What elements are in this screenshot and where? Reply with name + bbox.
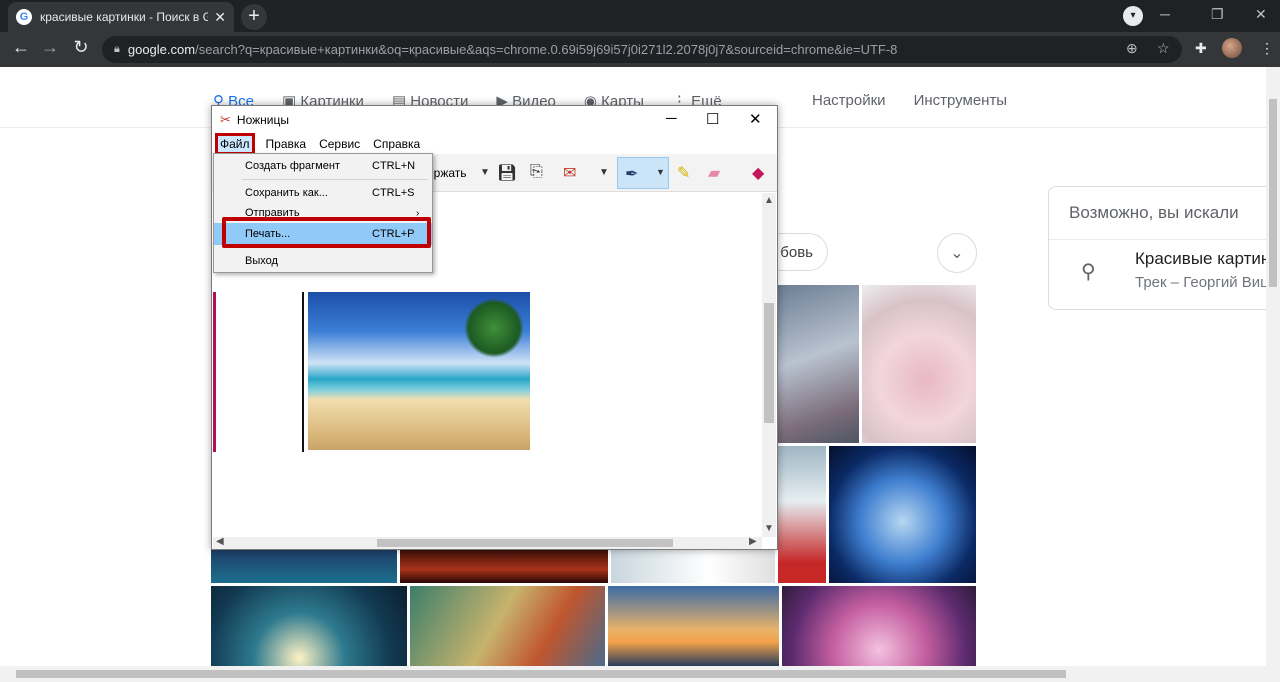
menu-item-new-snip[interactable]: Создать фрагмент CTRL+N (214, 155, 432, 177)
card-divider (1049, 239, 1280, 240)
image-thumbnail-heart[interactable] (778, 446, 826, 583)
eraser-icon[interactable]: ▰ (708, 163, 720, 183)
browser-toolbar: ← → ↻ 🔒︎ google.com /search?q=красивые+к… (0, 32, 1280, 67)
google-favicon-icon: G (16, 9, 32, 25)
menu-item-save-as[interactable]: Сохранить как... CTRL+S (214, 182, 432, 204)
scroll-down-icon[interactable]: ▼ (764, 523, 774, 534)
paint3d-icon[interactable]: ◆ (752, 163, 764, 183)
minimize-window-icon[interactable]: ─ (1160, 6, 1170, 22)
menu-separator (242, 179, 428, 180)
image-thumbnail-water[interactable] (211, 549, 397, 583)
bookmark-star-icon[interactable]: ☆ (1157, 40, 1170, 57)
copy-icon[interactable]: ⎘ (530, 163, 543, 181)
chevron-down-icon[interactable]: ▼ (599, 167, 609, 178)
address-bar[interactable]: 🔒︎ google.com /search?q=красивые+картинк… (102, 36, 1182, 63)
profile-avatar[interactable] (1222, 38, 1242, 58)
menu-edit[interactable]: Правка (266, 137, 307, 151)
snip-close-icon[interactable]: ✕ (749, 110, 762, 128)
page-vertical-scrollbar[interactable] (1266, 67, 1280, 666)
scroll-thumb[interactable] (377, 539, 673, 547)
image-thumbnail-pink-trees[interactable] (782, 586, 976, 666)
menu-help[interactable]: Справка (373, 137, 420, 151)
snip-titlebar: ✂ Ножницы (212, 106, 777, 134)
menu-item-exit[interactable]: Выход (214, 250, 432, 272)
captured-image (302, 292, 531, 452)
reload-icon[interactable]: ↻ (69, 37, 93, 58)
pen-icon: ✒ (625, 166, 639, 183)
menu-file[interactable]: Файл (215, 133, 255, 155)
scroll-up-icon[interactable]: ▲ (764, 195, 774, 206)
tab-title: красивые картинки - Поиск в Google (40, 10, 209, 24)
tab-close-icon[interactable]: ✕ (214, 9, 226, 26)
image-thumbnail-flowers-vase[interactable] (774, 285, 859, 443)
forward-arrow-icon[interactable]: → (38, 37, 62, 58)
image-thumbnail-white[interactable] (611, 549, 775, 583)
zoom-icon[interactable]: ⊕ (1126, 40, 1138, 57)
snip-horizontal-scrollbar[interactable]: ◀ ▶ (213, 536, 762, 549)
card-heading: Возможно, вы искали (1069, 203, 1239, 222)
palm-tree (464, 298, 524, 358)
scroll-thumb[interactable] (16, 670, 1066, 678)
snip-minimize-icon[interactable]: ─ (666, 110, 677, 127)
back-arrow-icon[interactable]: ← (9, 37, 33, 58)
restore-window-icon[interactable]: ❐ (1211, 6, 1224, 23)
file-dropdown-menu: Создать фрагмент CTRL+N Сохранить как...… (213, 153, 433, 273)
scissors-icon: ✂ (220, 112, 231, 127)
card-suggestion-title[interactable]: Красивые картинки (1135, 249, 1280, 269)
scroll-thumb[interactable] (1269, 99, 1277, 287)
highlighter-icon[interactable]: ✎ (677, 163, 690, 183)
search-icon: ⚲ (1081, 261, 1096, 283)
page-horizontal-scrollbar[interactable] (0, 666, 1280, 682)
did-you-mean-card: Возможно, вы искали ⚲ Красивые картинки … (1048, 186, 1280, 310)
chevron-down-icon[interactable]: ⌄ (937, 233, 977, 273)
menu-tools[interactable]: Сервис (319, 137, 360, 151)
extensions-puzzle-icon[interactable]: ✚ (1195, 40, 1207, 57)
nav-settings[interactable]: Настройки (812, 92, 886, 109)
image-thumbnail-butterfly[interactable] (410, 586, 605, 666)
nav-tools[interactable]: Инструменты (914, 92, 1008, 109)
close-window-icon[interactable]: ✕ (1255, 6, 1267, 23)
tab-strip: G красивые картинки - Поиск в Google ✕ +… (0, 0, 1280, 32)
new-tab-button[interactable]: + (241, 4, 267, 30)
print-highlight-box (222, 217, 431, 248)
lock-icon: 🔒︎ (114, 43, 120, 55)
snip-maximize-icon[interactable]: ☐ (706, 110, 719, 128)
scroll-thumb[interactable] (764, 303, 774, 423)
send-email-icon[interactable]: ✉ (563, 163, 576, 183)
pen-tool-button[interactable]: ✒ ▼ (617, 157, 669, 189)
scroll-right-icon[interactable]: ▶ (749, 536, 757, 547)
url-host: google.com (127, 42, 196, 57)
image-thumbnail-roses[interactable] (862, 285, 976, 443)
beach-picture (308, 292, 530, 450)
snip-menubar: Файл Правка Сервис Справка (212, 133, 777, 155)
google-nav-right: Настройки Инструменты (812, 92, 1035, 109)
snip-vertical-scrollbar[interactable]: ▲ ▼ (762, 193, 776, 537)
chevron-down-icon[interactable]: ▼ (480, 167, 490, 178)
canvas-edge-strip (213, 292, 216, 452)
save-icon[interactable]: 💾︎ (497, 163, 517, 183)
menu-kebab-icon[interactable]: ⋮ (1260, 40, 1274, 57)
browser-tab[interactable]: G красивые картинки - Поиск в Google ✕ (8, 2, 234, 32)
image-thumbnail-rose-globe[interactable] (829, 446, 976, 583)
image-thumbnail-fire[interactable] (400, 549, 608, 583)
image-thumbnail-wave[interactable] (211, 586, 407, 666)
scroll-left-icon[interactable]: ◀ (216, 536, 224, 547)
profile-menu-icon[interactable]: ▾ (1123, 6, 1143, 26)
chevron-down-icon: ▼ (656, 167, 665, 177)
image-thumbnail-dolphin[interactable] (608, 586, 779, 666)
snip-window-title: Ножницы (236, 113, 289, 127)
card-suggestion-subtitle: Трек – Георгий Вицин (1135, 274, 1280, 291)
url-path: /search?q=красивые+картинки&oq=красивые&… (195, 42, 898, 57)
